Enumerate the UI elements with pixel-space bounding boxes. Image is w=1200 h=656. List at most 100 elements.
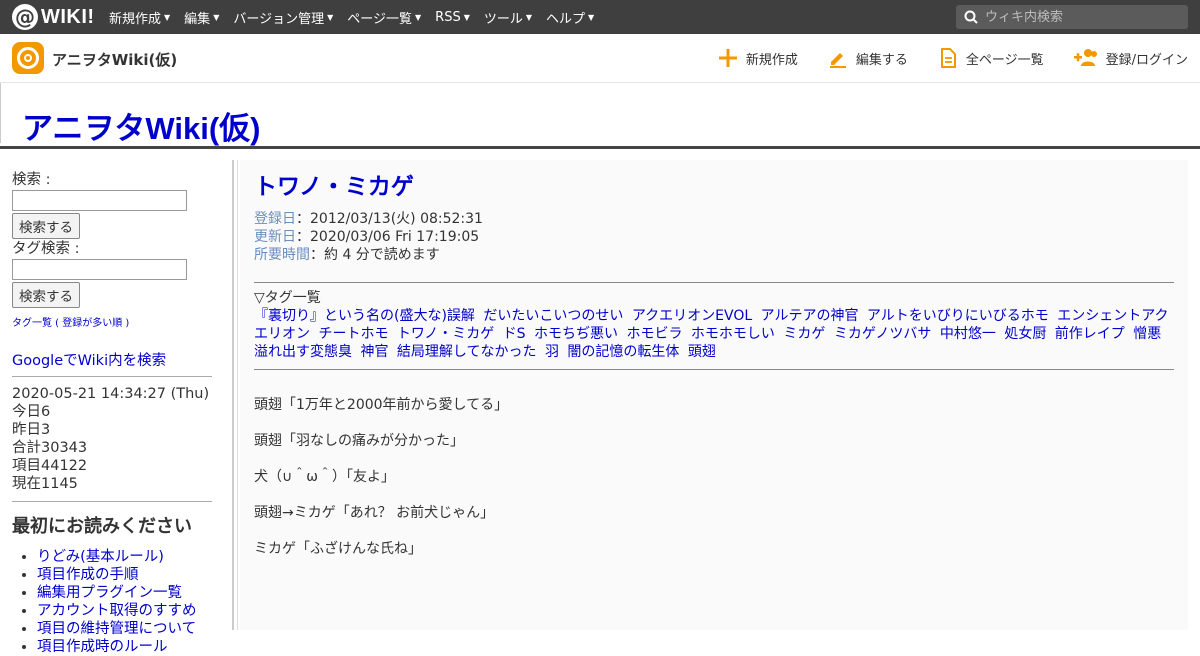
new-page-button[interactable]: 新規作成 <box>718 48 798 68</box>
tag-search-input[interactable] <box>12 259 187 280</box>
google-search-link[interactable]: GoogleでWiki内を検索 <box>12 349 212 377</box>
caret-down-icon: ▼ <box>588 12 595 22</box>
tag-link[interactable]: トワノ・ミカゲ <box>397 326 494 342</box>
tag-link[interactable]: 『裏切り』という名の(盛大な)誤解 <box>254 308 475 324</box>
edit-label: 編集する <box>855 52 908 68</box>
menu-version[interactable]: バージョン管理 ▼ <box>233 8 333 27</box>
tag-search-button[interactable]: 検索する <box>12 282 80 308</box>
menu-rss[interactable]: RSS ▼ <box>435 10 470 25</box>
article-body: 頭翅「1万年と2000年前から愛してる」 頭翅「羽なしの痛みが分かった」 犬（∪… <box>254 396 1174 558</box>
site-name[interactable]: アニヲタWiki(仮) <box>52 49 177 70</box>
list-item: 項目作成の手順 <box>37 566 212 584</box>
tag-search-label: タグ検索 : <box>12 241 80 257</box>
list-item: アカウント取得のすすめ <box>37 602 212 620</box>
body-line: 頭翅「1万年と2000年前から愛してる」 <box>254 397 509 413</box>
new-page-label: 新規作成 <box>745 52 798 68</box>
atwiki-logo[interactable]: @ WIKI! <box>12 4 95 30</box>
search-icon <box>964 10 978 24</box>
edit-button[interactable]: 編集する <box>828 48 908 68</box>
tag-link[interactable]: 憎悪 <box>1133 326 1161 342</box>
tag-link[interactable]: 神官 <box>360 344 388 360</box>
counter-now: 現在1145 <box>12 476 78 492</box>
tag-link[interactable]: ホモちぢ悪い <box>534 326 618 342</box>
tag-link[interactable]: 羽 <box>545 344 559 360</box>
tag-link[interactable]: ホモビラ <box>626 326 682 342</box>
tag-link[interactable]: チートホモ <box>318 326 388 342</box>
add-user-icon <box>1073 49 1097 66</box>
tag-link[interactable]: 頭翅 <box>688 344 716 360</box>
sidebar-link[interactable]: りどみ(基本ルール) <box>37 549 164 565</box>
page-title[interactable]: トワノ・ミカゲ <box>254 172 1174 202</box>
wiki-search-box <box>956 5 1188 29</box>
access-counter: 2020-05-21 14:34:27 (Thu) 今日6 昨日3 合計3034… <box>12 385 212 502</box>
read-first-list: りどみ(基本ルール) 項目作成の手順 編集用プラグイン一覧 アカウント取得のすす… <box>12 548 212 656</box>
body-line: 頭翅→ミカゲ「あれ？ お前犬じゃん」 <box>254 505 495 521</box>
body-line: 頭翅「羽なしの痛みが分かった」 <box>254 433 464 449</box>
caret-down-icon: ▼ <box>463 12 470 22</box>
tag-link[interactable]: ドS <box>503 326 526 342</box>
tag-link[interactable]: 結局理解してなかった <box>397 344 537 360</box>
search-label: 検索 : <box>12 172 51 188</box>
at-logo-icon: @ <box>12 4 38 30</box>
sidebar-link[interactable]: 項目作成時のルール <box>37 639 168 655</box>
sidebar-search-button[interactable]: 検索する <box>12 213 80 239</box>
pencil-icon <box>829 53 846 68</box>
tag-link[interactable]: 溢れ出す変態臭 <box>254 344 352 360</box>
tag-list: 『裏切り』という名の(盛大な)誤解 だいたいこいつのせい アクエリオンEVOL … <box>254 307 1174 361</box>
sidebar-search-input[interactable] <box>12 190 187 211</box>
sidebar-link[interactable]: 編集用プラグイン一覧 <box>37 585 182 601</box>
login-button[interactable]: 登録/ログイン <box>1073 48 1188 68</box>
counter-datetime: 2020-05-21 14:34:27 (Thu) <box>12 386 210 402</box>
tag-link[interactable]: アルトをいびりにいびるホモ <box>867 308 1049 324</box>
tag-link[interactable]: ミカゲノツバサ <box>834 326 932 342</box>
updated-value: ：2020/03/06 Fri 17:19:05 <box>296 229 480 245</box>
wiki-search-input[interactable] <box>983 8 1182 26</box>
logo-text: WIKI! <box>41 5 95 28</box>
tag-list-link[interactable]: タグ一覧 ( 登録が多い順 ) <box>12 314 212 329</box>
caret-down-icon: ▼ <box>213 12 220 22</box>
tag-link[interactable]: 前作レイプ <box>1055 326 1125 342</box>
tags-heading: ▽タグ一覧 <box>254 290 321 306</box>
menu-help[interactable]: ヘルプ ▼ <box>546 8 594 27</box>
divider <box>254 282 1174 283</box>
reading-time-value: ：約 4 分で読めます <box>310 247 440 263</box>
all-pages-label: 全ページ一覧 <box>965 52 1044 68</box>
body-line: ミカゲ「ふざけんな氏ね」 <box>254 541 422 557</box>
read-first-heading: 最初にお読みください <box>12 516 192 537</box>
tag-link[interactable]: 中村悠一 <box>940 326 996 342</box>
menu-edit[interactable]: 編集 ▼ <box>184 8 219 27</box>
menu-page-list[interactable]: ページ一覧 ▼ <box>347 8 421 27</box>
sidebar-link[interactable]: 項目作成の手順 <box>37 567 139 583</box>
counter-total: 合計30343 <box>12 440 88 456</box>
global-toolbar: @ WIKI! 新規作成 ▼ 編集 ▼ バージョン管理 ▼ ページ一覧 ▼ RSS ▼ ツ… <box>0 0 1200 34</box>
tag-link[interactable]: アクエリオンEVOL <box>632 308 752 324</box>
caret-down-icon: ▼ <box>525 12 533 22</box>
main-content: トワノ・ミカゲ 登録日：2012/03/13(火) 08:52:31 更新日：2… <box>240 160 1188 630</box>
sidebar-link[interactable]: アカウント取得のすすめ <box>37 603 197 619</box>
site-header: アニヲタWiki(仮) 新規作成 編集する 全ページ一覧 登録/ログイン <box>0 34 1200 83</box>
login-label: 登録/ログイン <box>1105 52 1188 68</box>
tag-link[interactable]: ミカゲ <box>783 326 825 342</box>
tag-link[interactable]: 闇の記憶の転生体 <box>567 344 679 360</box>
list-item: りどみ(基本ルール) <box>37 548 212 566</box>
reading-time-label: 所要時間 <box>254 247 310 263</box>
tag-link[interactable]: 処女厨 <box>1004 326 1046 342</box>
menu-new[interactable]: 新規作成 ▼ <box>109 8 170 27</box>
all-pages-button[interactable]: 全ページ一覧 <box>938 48 1044 68</box>
sidebar: 検索 : 検索する タグ検索 : 検索する タグ一覧 ( 登録が多い順 ) Go… <box>0 152 232 655</box>
site-banner: アニヲタWiki(仮) <box>0 83 1200 149</box>
caret-down-icon: ▼ <box>327 12 334 22</box>
tag-link[interactable]: ホモホモしい <box>691 326 775 342</box>
list-item: 編集用プラグイン一覧 <box>37 584 212 602</box>
updated-label: 更新日 <box>254 229 296 245</box>
tag-link[interactable]: だいたいこいつのせい <box>483 308 623 324</box>
sidebar-link[interactable]: 項目の維持管理について <box>37 621 196 637</box>
body-line: 犬（∪＾ω＾）「友よ」 <box>254 469 395 485</box>
counter-today: 今日6 <box>12 404 51 420</box>
banner-title[interactable]: アニヲタWiki(仮) <box>22 103 260 148</box>
counter-yesterday: 昨日3 <box>12 422 51 438</box>
menu-tools[interactable]: ツール ▼ <box>484 8 532 27</box>
site-logo-icon[interactable] <box>12 42 44 74</box>
registered-value: ：2012/03/13(火) 08:52:31 <box>296 211 483 227</box>
tag-link[interactable]: アルテアの神官 <box>761 308 859 324</box>
